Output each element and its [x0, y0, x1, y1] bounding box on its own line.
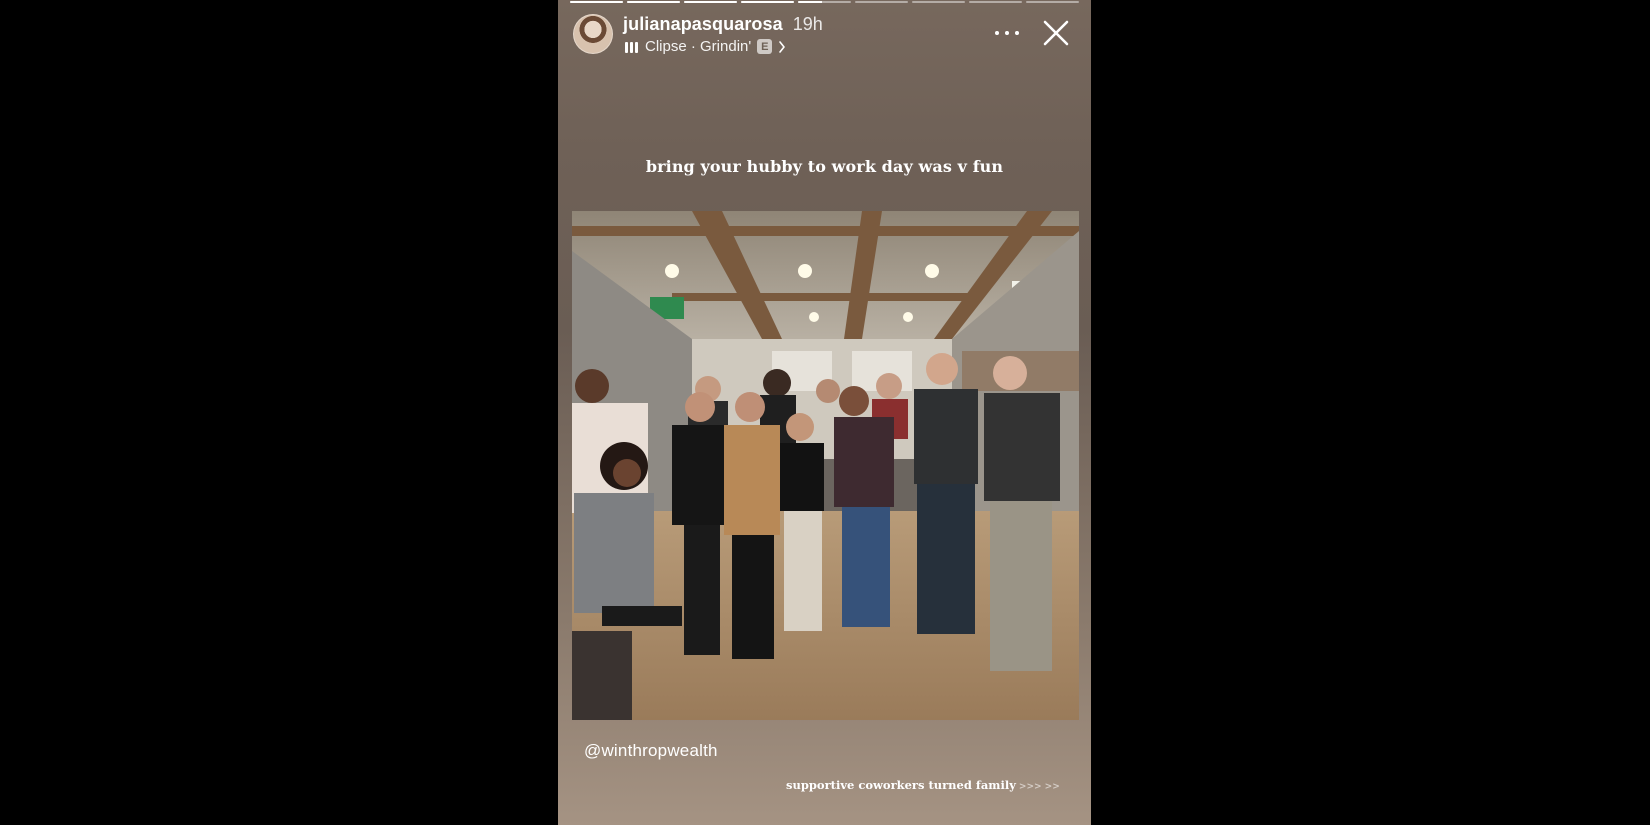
- caption-bottom-text: supportive coworkers turned family: [786, 778, 1016, 792]
- progress-segment-fill: [684, 1, 737, 3]
- mention-sticker[interactable]: @winthropwealth: [584, 741, 718, 761]
- progress-segment: [570, 1, 623, 3]
- progress-segment: [798, 1, 851, 3]
- progress-segment: [741, 1, 794, 3]
- username[interactable]: julianapasquarosa: [623, 14, 783, 35]
- progress-segment-fill: [798, 1, 822, 3]
- story-caption-bottom: supportive coworkers turned family >>> >>: [786, 778, 1060, 792]
- story-header: julianapasquarosa 19h Clipse · Grindin' …: [573, 12, 1079, 58]
- chevron-right-icon: [779, 40, 786, 53]
- progress-segment-fill: [627, 1, 680, 3]
- app-root: julianapasquarosa 19h Clipse · Grindin' …: [0, 0, 1650, 825]
- progress-segment: [912, 1, 965, 3]
- close-icon[interactable]: [1041, 18, 1071, 48]
- progress-segment-fill: [570, 1, 623, 3]
- progress-segment: [627, 1, 680, 3]
- group-photo: [572, 211, 1079, 720]
- story-caption-top: bring your hubby to work day was v fun: [645, 157, 1004, 176]
- explicit-icon: E: [757, 39, 773, 54]
- more-icon[interactable]: [995, 26, 1019, 40]
- music-attribution[interactable]: Clipse · Grindin' E: [625, 38, 786, 55]
- progress-segment-fill: [741, 1, 794, 3]
- user-line: julianapasquarosa 19h: [623, 14, 823, 35]
- story-viewer[interactable]: julianapasquarosa 19h Clipse · Grindin' …: [558, 0, 1091, 825]
- group-photo-illustration: [572, 211, 1079, 720]
- music-title: Clipse · Grindin': [645, 38, 752, 55]
- caption-bottom-arrows: >>> >>: [1018, 782, 1060, 792]
- music-bars-icon: [625, 41, 639, 53]
- story-progress-bar: [570, 1, 1079, 4]
- user-avatar[interactable]: [573, 14, 613, 54]
- progress-segment: [969, 1, 1022, 3]
- progress-segment: [855, 1, 908, 3]
- progress-segment: [684, 1, 737, 3]
- progress-segment: [1026, 1, 1079, 3]
- post-time: 19h: [792, 14, 823, 34]
